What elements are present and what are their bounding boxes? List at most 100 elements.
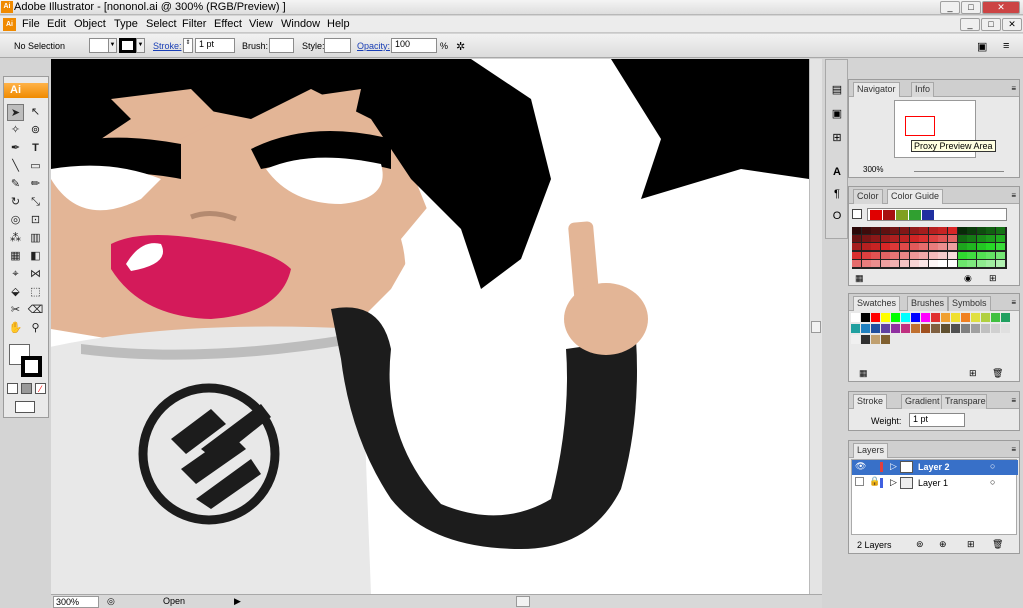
horizontal-scroll-thumb[interactable]: [516, 596, 530, 607]
color-swatch[interactable]: [851, 313, 860, 322]
color-variation-swatch[interactable]: [890, 243, 900, 251]
expand-arrow-icon[interactable]: ▷: [890, 461, 897, 472]
color-variation-swatch[interactable]: [919, 251, 929, 259]
delete-swatch-icon[interactable]: 🗑: [992, 368, 1003, 379]
zoom-field[interactable]: 300%: [53, 596, 99, 608]
rotate-tool-icon[interactable]: ↻: [7, 194, 24, 211]
color-variation-swatch[interactable]: [957, 243, 967, 251]
new-sublayer-icon[interactable]: ⊕: [939, 539, 947, 550]
tab-color[interactable]: Color: [853, 189, 883, 204]
color-variation-swatch[interactable]: [900, 251, 909, 259]
color-variation-swatch[interactable]: [976, 259, 986, 267]
doc-close-button[interactable]: ✕: [1002, 18, 1022, 31]
lasso-tool-icon[interactable]: ⊚: [27, 122, 44, 139]
tab-brushes[interactable]: Brushes: [907, 296, 949, 311]
color-swatch[interactable]: [851, 324, 860, 333]
save-group-icon[interactable]: ⊞: [989, 273, 997, 284]
menu-select[interactable]: Select: [146, 18, 177, 30]
gradient-mode-icon[interactable]: [21, 383, 32, 394]
color-variation-swatch[interactable]: [909, 227, 919, 234]
color-swatch[interactable]: [871, 313, 880, 322]
color-variation-swatch[interactable]: [900, 243, 909, 251]
screen-mode-icon[interactable]: [15, 401, 35, 413]
color-swatch[interactable]: [861, 324, 870, 333]
symbol-sprayer-tool-icon[interactable]: ⁂: [7, 230, 24, 247]
color-variation-swatch[interactable]: [852, 227, 861, 234]
color-variation-swatch[interactable]: [976, 251, 986, 259]
color-swatch[interactable]: [961, 324, 970, 333]
tab-gradient[interactable]: Gradient: [901, 394, 944, 409]
color-variation-swatch[interactable]: [871, 227, 881, 234]
proxy-view-box[interactable]: [905, 116, 935, 136]
color-variation-swatch[interactable]: [890, 227, 900, 234]
color-variation-swatch[interactable]: [890, 259, 900, 267]
swatch-libraries-icon[interactable]: ▦: [859, 368, 868, 379]
color-swatch[interactable]: [911, 324, 920, 333]
color-variation-swatch[interactable]: [900, 259, 909, 267]
harmony-swatch[interactable]: [922, 210, 934, 220]
color-variation-swatch[interactable]: [957, 227, 967, 234]
color-swatch[interactable]: [881, 313, 890, 322]
graph-tool-icon[interactable]: ▥: [27, 230, 44, 247]
color-swatch[interactable]: [921, 313, 930, 322]
color-variation-swatch[interactable]: [919, 259, 929, 267]
color-swatch[interactable]: [931, 313, 940, 322]
target-circle-icon[interactable]: ○: [990, 461, 995, 471]
color-variation-swatch[interactable]: [919, 243, 929, 251]
harmony-swatch[interactable]: [883, 210, 895, 220]
menu-type[interactable]: Type: [114, 18, 138, 30]
weight-field[interactable]: 1 pt: [909, 413, 965, 427]
color-variation-swatch[interactable]: [900, 235, 909, 243]
color-variation-swatch[interactable]: [928, 243, 938, 251]
expand-arrow-icon[interactable]: ▷: [890, 477, 897, 488]
color-variation-swatch[interactable]: [852, 243, 861, 251]
maximize-button[interactable]: □: [961, 1, 981, 14]
color-variation-swatch[interactable]: [919, 235, 929, 243]
color-variation-grid[interactable]: [852, 227, 1007, 269]
color-swatch[interactable]: [951, 324, 960, 333]
menu-edit[interactable]: Edit: [47, 18, 66, 30]
color-swatch[interactable]: [851, 335, 860, 344]
color-variation-swatch[interactable]: [938, 235, 948, 243]
color-swatch[interactable]: [961, 313, 970, 322]
stroke-swatch[interactable]: [119, 38, 136, 53]
color-variation-swatch[interactable]: [909, 235, 919, 243]
color-variation-swatch[interactable]: [880, 243, 890, 251]
rectangle-tool-icon[interactable]: ▭: [27, 158, 44, 175]
color-variation-swatch[interactable]: [986, 243, 996, 251]
color-variation-swatch[interactable]: [957, 251, 967, 259]
tab-color-guide[interactable]: Color Guide: [887, 189, 944, 204]
menu-object[interactable]: Object: [74, 18, 106, 30]
tab-swatches[interactable]: Swatches: [853, 296, 901, 311]
layer-name[interactable]: Layer 1: [918, 478, 948, 488]
fill-swatch[interactable]: [89, 38, 109, 53]
paintbrush-tool-icon[interactable]: ✎: [7, 176, 24, 193]
base-color-swatch[interactable]: [852, 209, 862, 219]
mesh-tool-icon[interactable]: ▦: [7, 248, 24, 265]
menu-view[interactable]: View: [249, 18, 273, 30]
color-swatch[interactable]: [981, 324, 990, 333]
color-swatch[interactable]: [971, 313, 980, 322]
doc-minimize-button[interactable]: _: [960, 18, 980, 31]
artboard-canvas[interactable]: [51, 59, 809, 594]
color-variation-swatch[interactable]: [852, 235, 861, 243]
color-variation-swatch[interactable]: [976, 235, 986, 243]
visibility-eye-icon[interactable]: 👁: [855, 461, 866, 472]
live-paint-selection-tool-icon[interactable]: ⬚: [27, 284, 44, 301]
brush-field[interactable]: [269, 38, 294, 53]
menu-filter[interactable]: Filter: [182, 18, 206, 30]
eraser-tool-icon[interactable]: ⌫: [27, 302, 44, 319]
color-variation-swatch[interactable]: [928, 235, 938, 243]
lock-icon[interactable]: 🔒: [869, 476, 880, 487]
recolor-icon[interactable]: ✲: [456, 40, 465, 53]
menu-effect[interactable]: Effect: [214, 18, 242, 30]
color-variation-swatch[interactable]: [880, 251, 890, 259]
make-clipping-mask-icon[interactable]: ⊚: [916, 539, 924, 550]
status-menu-arrow-icon[interactable]: ▶: [234, 596, 241, 607]
color-variation-swatch[interactable]: [928, 259, 938, 267]
tab-transparency[interactable]: Transparency: [941, 394, 987, 409]
harmony-swatch[interactable]: [909, 210, 921, 220]
align-icon[interactable]: ▤: [829, 82, 845, 98]
stroke-weight-field[interactable]: 1 pt: [195, 38, 235, 53]
color-variation-swatch[interactable]: [938, 243, 948, 251]
